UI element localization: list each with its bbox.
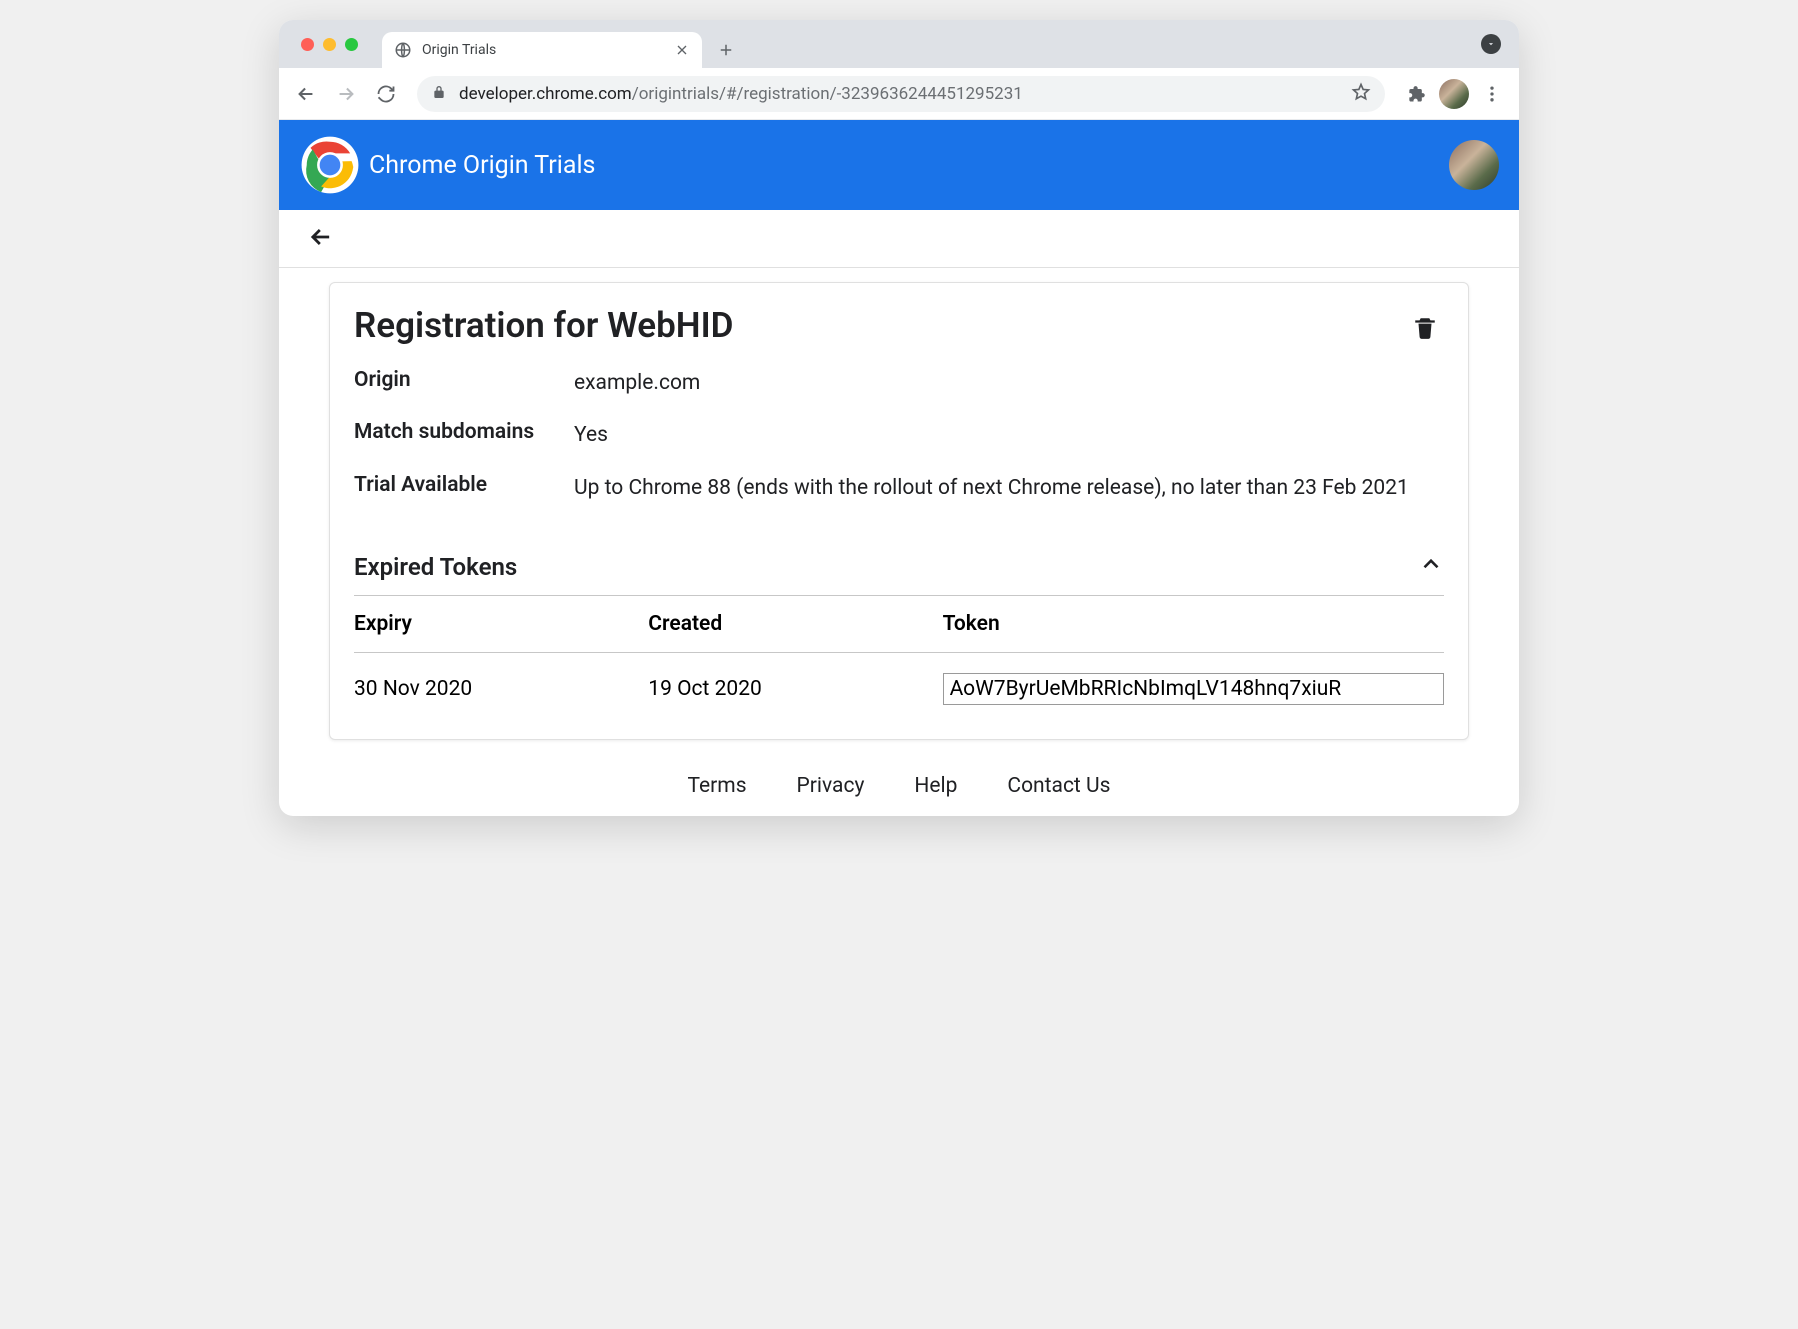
page-back-row: [279, 210, 1519, 268]
tab-overflow-button[interactable]: [1481, 34, 1501, 54]
footer-help[interactable]: Help: [914, 774, 957, 798]
new-tab-button[interactable]: [712, 36, 740, 64]
registration-card: Registration for WebHID Origin example.c…: [329, 282, 1469, 740]
delete-button[interactable]: [1412, 305, 1444, 345]
cell-expiry: 30 Nov 2020: [354, 653, 648, 710]
back-arrow-icon[interactable]: [307, 223, 335, 255]
bookmark-star-icon[interactable]: [1351, 82, 1371, 106]
lock-icon: [431, 84, 447, 104]
content-area: Registration for WebHID Origin example.c…: [279, 268, 1519, 816]
expired-tokens-title: Expired Tokens: [354, 553, 517, 581]
browser-window: Origin Trials developer.chrome.com: [279, 20, 1519, 816]
trial-available-label: Trial Available: [354, 473, 574, 503]
chrome-menu-icon[interactable]: [1475, 84, 1509, 104]
tab-title: Origin Trials: [422, 42, 664, 58]
close-window-button[interactable]: [301, 38, 314, 51]
tab-strip: Origin Trials: [279, 20, 1519, 68]
profile-avatar[interactable]: [1439, 79, 1469, 109]
cell-token: AoW7ByrUeMbRRIcNbImqLV148hnq7xiuR: [943, 653, 1444, 710]
window-controls: [291, 20, 382, 68]
app-header: Chrome Origin Trials: [279, 120, 1519, 210]
match-subdomains-label: Match subdomains: [354, 420, 574, 450]
forward-button[interactable]: [329, 77, 363, 111]
trial-available-value: Up to Chrome 88 (ends with the rollout o…: [574, 473, 1444, 503]
th-expiry: Expiry: [354, 596, 648, 653]
footer-privacy[interactable]: Privacy: [797, 774, 865, 798]
url-path: /origintrials/#/registration/-3239636244…: [632, 84, 1023, 104]
footer-terms[interactable]: Terms: [688, 774, 747, 798]
card-title: Registration for WebHID: [354, 305, 733, 346]
footer-links: Terms Privacy Help Contact Us: [329, 740, 1469, 816]
browser-toolbar: developer.chrome.com/origintrials/#/regi…: [279, 68, 1519, 120]
app-title: Chrome Origin Trials: [369, 151, 595, 180]
browser-tab[interactable]: Origin Trials: [382, 32, 702, 68]
back-button[interactable]: [289, 77, 323, 111]
tokens-table: Expiry Created Token 30 Nov 2020 19 Oct …: [354, 596, 1444, 709]
maximize-window-button[interactable]: [345, 38, 358, 51]
token-value[interactable]: AoW7ByrUeMbRRIcNbImqLV148hnq7xiuR: [943, 673, 1444, 705]
footer-contact[interactable]: Contact Us: [1007, 774, 1110, 798]
match-subdomains-value: Yes: [574, 420, 1444, 450]
user-avatar[interactable]: [1449, 140, 1499, 190]
reload-button[interactable]: [369, 77, 403, 111]
origin-value: example.com: [574, 368, 1444, 398]
extensions-icon[interactable]: [1399, 84, 1433, 104]
cell-created: 19 Oct 2020: [648, 653, 942, 710]
minimize-window-button[interactable]: [323, 38, 336, 51]
address-bar[interactable]: developer.chrome.com/origintrials/#/regi…: [417, 76, 1385, 112]
th-created: Created: [648, 596, 942, 653]
info-grid: Origin example.com Match subdomains Yes …: [354, 368, 1444, 503]
expired-tokens-toggle[interactable]: Expired Tokens: [354, 541, 1444, 596]
chrome-logo-icon: [299, 134, 361, 196]
origin-label: Origin: [354, 368, 574, 398]
table-row: 30 Nov 2020 19 Oct 2020 AoW7ByrUeMbRRIcN…: [354, 653, 1444, 710]
url-text: developer.chrome.com/origintrials/#/regi…: [459, 84, 1339, 104]
chevron-up-icon: [1418, 551, 1444, 583]
url-host: developer.chrome.com: [459, 84, 632, 104]
table-header-row: Expiry Created Token: [354, 596, 1444, 653]
th-token: Token: [943, 596, 1444, 653]
close-tab-icon[interactable]: [674, 42, 690, 58]
globe-icon: [394, 41, 412, 59]
